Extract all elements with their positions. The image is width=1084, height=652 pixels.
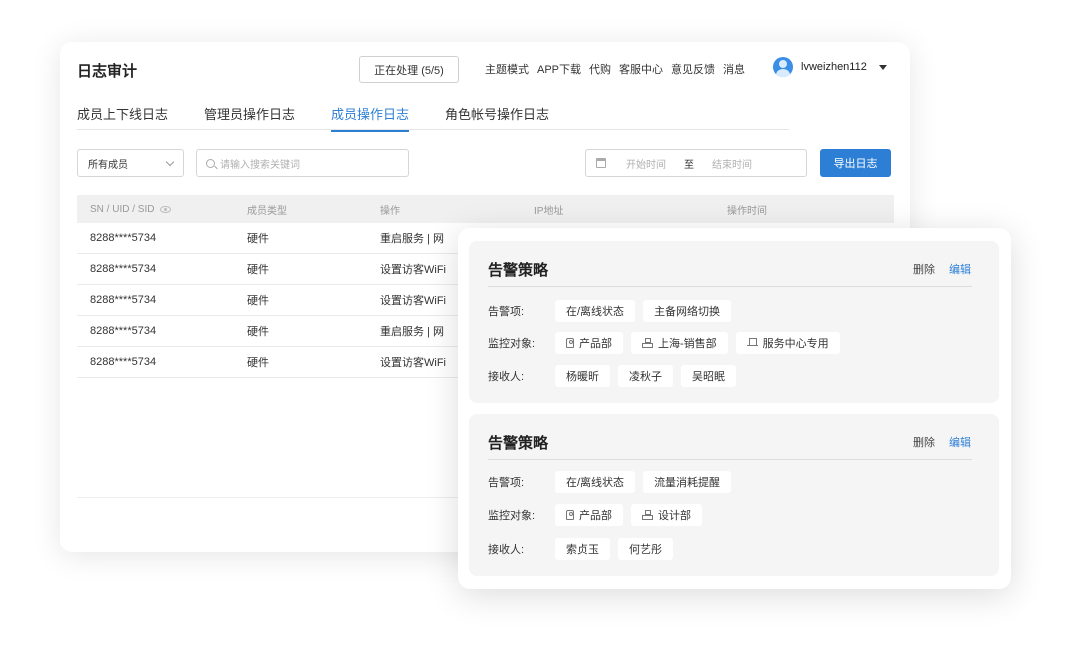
receivers-label: 接收人:: [488, 371, 525, 383]
receiver-chip: 凌秋子: [618, 365, 673, 387]
column-header-sn: SN / UID / SID: [77, 204, 247, 215]
cell-member-type: 硬件: [247, 264, 269, 276]
tab-admin-operation-log[interactable]: 管理员操作日志: [204, 104, 295, 131]
nav-theme-mode[interactable]: 主题模式: [485, 61, 529, 77]
receiver-chip: 吴昭眠: [681, 365, 736, 387]
alert-items-label: 告警项:: [488, 477, 525, 489]
page-title: 日志审计: [77, 63, 138, 80]
target-label: 上海-销售部: [658, 338, 717, 350]
edit-button[interactable]: 编辑: [949, 261, 971, 277]
member-select[interactable]: 所有成员: [77, 149, 184, 177]
top-nav: 主题模式 APP下载 代购 客服中心 意见反馈 消息: [485, 61, 745, 77]
cell-sn: 8288****5734: [90, 294, 157, 306]
card-divider: [488, 459, 972, 460]
caret-down-icon[interactable]: [878, 64, 887, 70]
tab-member-operation-log[interactable]: 成员操作日志: [331, 104, 410, 132]
tab-member-online-log[interactable]: 成员上下线日志: [77, 104, 168, 131]
alert-items-label: 告警项:: [488, 306, 525, 318]
policy-title: 告警策略: [488, 262, 549, 279]
receivers-row: 接收人: 杨暖昕 凌秋子 吴昭眠: [488, 365, 736, 387]
cell-sn: 8288****5734: [90, 263, 157, 275]
receivers-row: 接收人: 索贞玉 何艺彤: [488, 538, 673, 560]
log-tabs: 成员上下线日志 管理员操作日志 成员操作日志 角色帐号操作日志: [77, 104, 585, 132]
chevron-down-icon: [165, 157, 175, 167]
user-menu[interactable]: lvweizhen112: [773, 57, 887, 77]
cell-member-type: 硬件: [247, 326, 269, 338]
table-header: SN / UID / SID 成员类型 操作 IP地址 操作时间: [77, 195, 894, 223]
nav-purchase[interactable]: 代购: [589, 61, 611, 77]
avatar: [773, 57, 793, 77]
policy-actions: 删除 编辑: [913, 434, 971, 450]
card-divider: [488, 286, 972, 287]
cell-member-type: 硬件: [247, 233, 269, 245]
alert-policy-panel: 告警策略 删除 编辑 告警项: 在/离线状态 主备网络切换 监控对象: 产品部: [458, 228, 1011, 589]
date-range-picker[interactable]: 开始时间 至 结束时间: [585, 149, 807, 177]
desk-icon: [746, 338, 758, 348]
search-placeholder: 请输入搜索关键词: [220, 159, 300, 171]
tag-icon: [566, 510, 574, 520]
export-log-button[interactable]: 导出日志: [820, 149, 891, 177]
cell-member-type: 硬件: [247, 357, 269, 369]
target-chip: 设计部: [631, 504, 702, 526]
start-time-input[interactable]: 开始时间: [626, 156, 666, 171]
target-label: 产品部: [579, 338, 612, 350]
org-icon: [642, 338, 653, 348]
monitor-targets-row: 监控对象: 产品部 设计部: [488, 504, 702, 526]
cell-sn: 8288****5734: [90, 232, 157, 244]
column-header-sn-label: SN / UID / SID: [90, 203, 155, 215]
target-label: 服务中心专用: [762, 338, 829, 350]
member-select-value: 所有成员: [88, 159, 128, 171]
alert-policy-card: 告警策略 删除 编辑 告警项: 在/离线状态 主备网络切换 监控对象: 产品部: [469, 241, 999, 403]
target-chip: 服务中心专用: [735, 332, 840, 354]
alert-policy-card: 告警策略 删除 编辑 告警项: 在/离线状态 流量消耗提醒 监控对象: 产品部: [469, 414, 999, 576]
alert-items-row: 告警项: 在/离线状态 主备网络切换: [488, 300, 732, 322]
tag-icon: [566, 338, 574, 348]
receiver-chip: 索贞玉: [555, 538, 610, 560]
policy-title: 告警策略: [488, 435, 549, 452]
column-header-ip: IP地址: [534, 205, 564, 217]
calendar-icon: [596, 158, 606, 168]
alert-items-row: 告警项: 在/离线状态 流量消耗提醒: [488, 471, 732, 493]
processing-button[interactable]: 正在处理 (5/5): [359, 56, 459, 83]
target-chip: 产品部: [555, 332, 623, 354]
tabs-divider: [77, 129, 789, 130]
receiver-chip: 何艺彤: [618, 538, 673, 560]
alert-item-chip: 流量消耗提醒: [643, 471, 732, 493]
monitor-targets-label: 监控对象:: [488, 510, 536, 522]
cell-member-type: 硬件: [247, 295, 269, 307]
alert-item-chip: 主备网络切换: [643, 300, 732, 322]
policy-actions: 删除 编辑: [913, 261, 971, 277]
search-icon: [206, 158, 215, 168]
cell-sn: 8288****5734: [90, 325, 157, 337]
target-label: 设计部: [658, 510, 691, 522]
org-icon: [642, 510, 653, 520]
delete-button[interactable]: 删除: [913, 261, 935, 277]
receiver-chip: 杨暖昕: [555, 365, 610, 387]
cell-sn: 8288****5734: [90, 356, 157, 368]
end-time-input[interactable]: 结束时间: [712, 156, 752, 171]
monitor-targets-label: 监控对象:: [488, 338, 536, 350]
edit-button[interactable]: 编辑: [949, 434, 971, 450]
date-separator: 至: [684, 159, 694, 171]
nav-service-center[interactable]: 客服中心: [619, 61, 663, 77]
delete-button[interactable]: 删除: [913, 434, 935, 450]
tab-role-account-log[interactable]: 角色帐号操作日志: [445, 104, 549, 131]
alert-item-chip: 在/离线状态: [555, 471, 636, 493]
column-header-operation: 操作: [380, 205, 400, 217]
receivers-label: 接收人:: [488, 544, 525, 556]
monitor-targets-row: 监控对象: 产品部 上海-销售部 服务中心专用: [488, 332, 840, 354]
column-header-time: 操作时间: [727, 205, 767, 217]
target-chip: 产品部: [555, 504, 623, 526]
target-chip: 上海-销售部: [631, 332, 728, 354]
eye-icon[interactable]: [160, 205, 172, 213]
search-input[interactable]: 请输入搜索关键词: [196, 149, 409, 177]
nav-feedback[interactable]: 意见反馈: [671, 61, 715, 77]
username: lvweizhen112: [801, 61, 867, 73]
target-label: 产品部: [579, 510, 612, 522]
nav-messages[interactable]: 消息: [723, 61, 745, 77]
nav-app-download[interactable]: APP下载: [537, 61, 581, 77]
alert-item-chip: 在/离线状态: [555, 300, 636, 322]
column-header-member-type: 成员类型: [247, 205, 287, 217]
